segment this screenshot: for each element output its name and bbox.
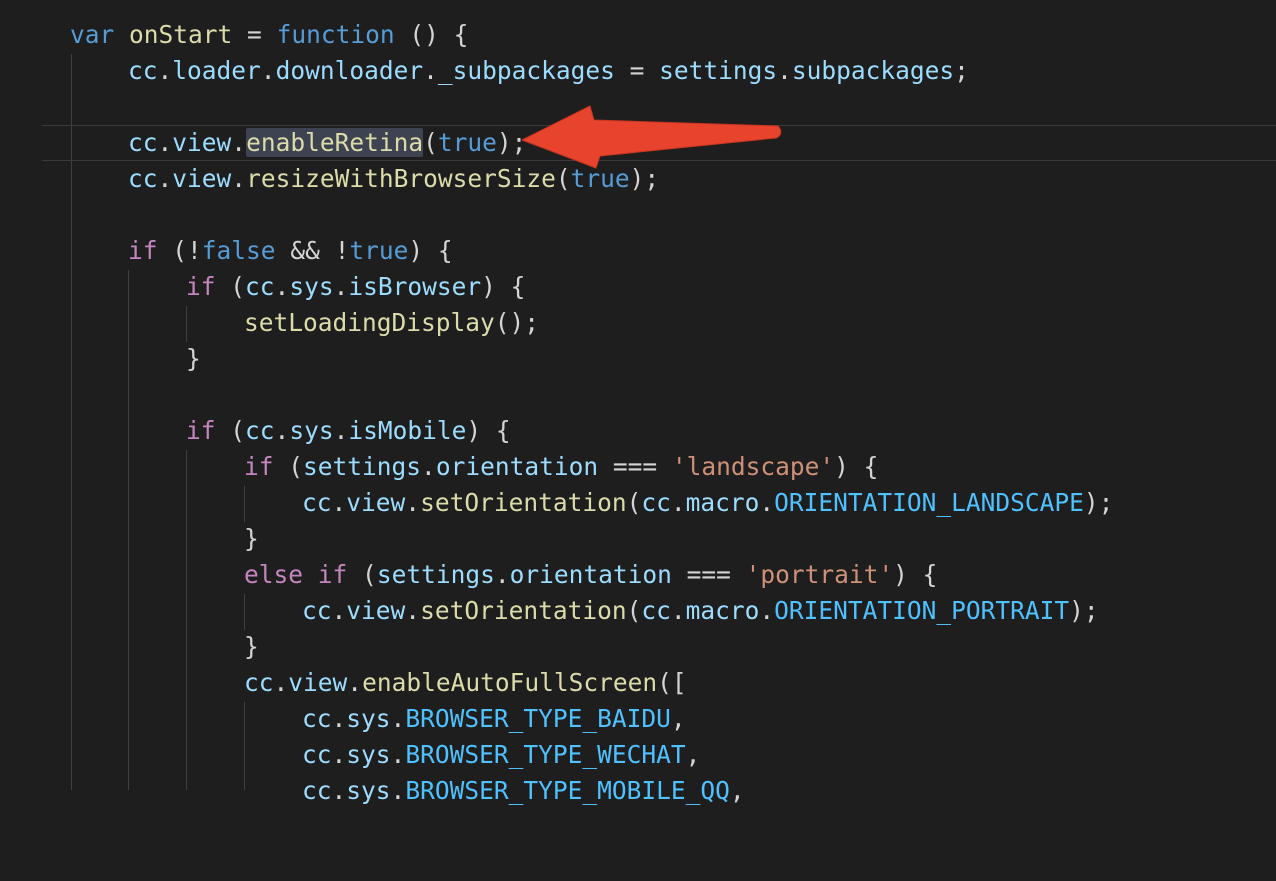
keyword: true (349, 236, 409, 265)
code-line[interactable]: else if (settings.orientation === 'portr… (0, 557, 1276, 593)
identifier: enableAutoFullScreen (362, 668, 658, 697)
identifier: view (346, 488, 406, 517)
code-line[interactable]: if (!false && !true) { (0, 233, 1276, 269)
identifier: cc (302, 596, 332, 625)
code-line[interactable]: cc.view.setOrientation(cc.macro.ORIENTAT… (0, 593, 1276, 629)
identifier: _subpackages (437, 56, 615, 85)
identifier: settings (376, 560, 495, 589)
keyword: if (244, 452, 274, 481)
identifier: view (172, 128, 232, 157)
identifier: orientation (509, 560, 672, 589)
closing-brace: } (186, 344, 201, 373)
code-editor[interactable]: var onStart = function () { cc.loader.do… (0, 0, 1276, 805)
identifier: cc (128, 56, 158, 85)
keyword: if (128, 236, 158, 265)
identifier: sys (289, 272, 334, 301)
constant: ORIENTATION_LANDSCAPE (774, 488, 1084, 517)
identifier: sys (346, 740, 391, 769)
keyword: function (276, 20, 395, 49)
identifier: loader (172, 56, 261, 85)
identifier: cc (128, 164, 158, 193)
identifier: resizeWithBrowserSize (246, 164, 556, 193)
identifier: settings (659, 56, 778, 85)
identifier: sys (289, 416, 334, 445)
code-line[interactable]: var onStart = function () { (0, 17, 1276, 53)
keyword: true (437, 128, 497, 157)
code-line[interactable]: cc.loader.downloader._subpackages = sett… (0, 53, 1276, 89)
code-line[interactable]: if (cc.sys.isBrowser) { (0, 269, 1276, 305)
closing-brace: } (244, 524, 259, 553)
identifier: cc (302, 776, 332, 805)
identifier: setOrientation (420, 488, 627, 517)
identifier: isMobile (348, 416, 467, 445)
keyword: if (317, 560, 348, 589)
code-line[interactable]: cc.view.enableAutoFullScreen([ (0, 665, 1276, 701)
operator: = (232, 20, 277, 49)
identifier: downloader (275, 56, 424, 85)
identifier: setOrientation (420, 596, 627, 625)
identifier: cc (641, 596, 671, 625)
code-line[interactable]: if (settings.orientation === 'landscape'… (0, 449, 1276, 485)
closing-brace: } (244, 632, 259, 661)
code-line[interactable]: cc.sys.BROWSER_TYPE_WECHAT, (0, 737, 1276, 773)
identifier: cc (245, 416, 275, 445)
identifier: isBrowser (348, 272, 482, 301)
identifier: settings (303, 452, 422, 481)
code-line[interactable]: cc.view.setOrientation(cc.macro.ORIENTAT… (0, 485, 1276, 521)
identifier: sys (346, 776, 391, 805)
keyword: var (70, 20, 115, 49)
identifier: view (172, 164, 232, 193)
code-line[interactable]: cc.sys.BROWSER_TYPE_MOBILE_QQ, (0, 773, 1276, 809)
identifier: cc (302, 488, 332, 517)
code-line[interactable]: } (0, 341, 1276, 377)
punctuation: () { (394, 20, 469, 49)
identifier: macro (685, 488, 760, 517)
identifier: cc (245, 272, 275, 301)
keyword: if (186, 272, 216, 301)
constant: BROWSER_TYPE_MOBILE_QQ (405, 776, 730, 805)
keyword: if (186, 416, 216, 445)
identifier: setLoadingDisplay (244, 308, 495, 337)
identifier: orientation (435, 452, 599, 481)
string-literal: 'portrait' (745, 560, 894, 589)
keyword: false (201, 236, 276, 265)
selected-identifier[interactable]: enableRetina (246, 128, 424, 157)
identifier: sys (346, 704, 391, 733)
string-literal: 'landscape' (671, 452, 835, 481)
identifier: cc (302, 740, 332, 769)
identifier: cc (302, 704, 332, 733)
identifier: cc (128, 128, 158, 157)
code-line[interactable]: } (0, 521, 1276, 557)
keyword: true (570, 164, 630, 193)
code-line[interactable]: } (0, 629, 1276, 665)
identifier: view (288, 668, 348, 697)
identifier: cc (641, 488, 671, 517)
constant: BROWSER_TYPE_WECHAT (405, 740, 686, 769)
current-code-line[interactable]: cc.view.enableRetina(true); (42, 125, 1276, 161)
code-line[interactable]: cc.sys.BROWSER_TYPE_BAIDU, (0, 701, 1276, 737)
keyword: else (244, 560, 304, 589)
identifier: subpackages (791, 56, 955, 85)
identifier: view (346, 596, 406, 625)
code-line[interactable]: cc.view.resizeWithBrowserSize(true); (0, 161, 1276, 197)
code-line[interactable]: setLoadingDisplay(); (0, 305, 1276, 341)
constant: ORIENTATION_PORTRAIT (774, 596, 1070, 625)
identifier: macro (685, 596, 760, 625)
identifier: onStart (129, 20, 233, 49)
constant: BROWSER_TYPE_BAIDU (405, 704, 671, 733)
identifier: cc (244, 668, 274, 697)
code-line[interactable]: if (cc.sys.isMobile) { (0, 413, 1276, 449)
